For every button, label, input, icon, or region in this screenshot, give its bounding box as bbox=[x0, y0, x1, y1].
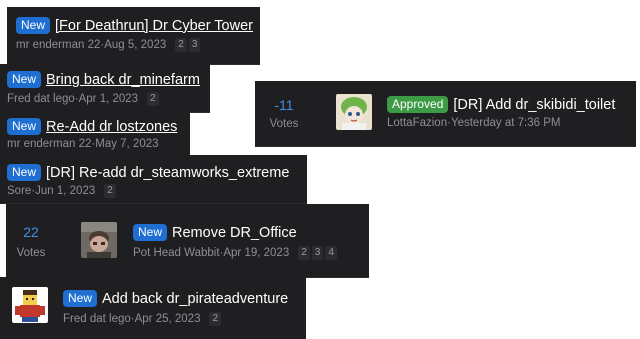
thread-card: New [DR] Re-add dr_steamworks_extreme So… bbox=[0, 155, 307, 204]
votes-label: Votes bbox=[269, 118, 299, 130]
thread-author[interactable]: Pot Head Wabbit bbox=[133, 247, 220, 259]
thread-date[interactable]: Apr 1, 2023 bbox=[79, 93, 138, 105]
thread-card: New Add back dr_pirateadventure Fred dat… bbox=[0, 277, 306, 339]
avatar-photo[interactable] bbox=[81, 222, 117, 258]
thread-card: New Bring back dr_minefarm Fred dat lego… bbox=[0, 64, 210, 113]
thread-date[interactable]: Aug 5, 2023 bbox=[104, 39, 166, 51]
thread-author[interactable]: mr enderman 22 bbox=[16, 39, 100, 51]
thread-author[interactable]: Sore bbox=[7, 185, 31, 197]
vote-count: 22 bbox=[23, 224, 39, 240]
page-link[interactable]: 2 bbox=[175, 38, 187, 52]
new-badge: New bbox=[7, 164, 42, 181]
vote-count: -11 bbox=[274, 97, 294, 113]
thread-date[interactable]: May 7, 2023 bbox=[95, 138, 158, 150]
lego-avatar[interactable] bbox=[12, 287, 48, 323]
thread-author[interactable]: LottaFazion bbox=[387, 117, 447, 129]
page-link[interactable]: 2 bbox=[209, 312, 222, 326]
thread-date[interactable]: Jun 1, 2023 bbox=[35, 185, 95, 197]
thread-title-link[interactable]: Bring back dr_minefarm bbox=[46, 72, 200, 88]
thread-title-link[interactable]: Add back dr_pirateadventure bbox=[102, 291, 288, 307]
thread-title-link[interactable]: [DR] Add dr_skibidi_toilet bbox=[453, 97, 615, 113]
thread-date[interactable]: Yesterday at 7:36 PM bbox=[451, 117, 561, 129]
new-badge: New bbox=[7, 71, 42, 88]
thread-title-link[interactable]: [DR] Re-add dr_steamworks_extreme bbox=[46, 165, 289, 181]
votes-label: Votes bbox=[16, 247, 46, 259]
page-link[interactable]: 2 bbox=[104, 184, 116, 198]
anime-avatar[interactable] bbox=[336, 94, 372, 130]
page-link[interactable]: 2 bbox=[298, 246, 310, 260]
new-badge: New bbox=[63, 290, 98, 307]
approved-badge: Approved bbox=[387, 96, 449, 113]
thread-author[interactable]: Fred dat lego bbox=[63, 313, 131, 325]
thread-date[interactable]: Apr 19, 2023 bbox=[223, 247, 289, 259]
thread-title-link[interactable]: Remove DR_Office bbox=[172, 225, 297, 241]
thread-title-link[interactable]: [For Deathrun] Dr Cyber Tower bbox=[55, 18, 253, 34]
page-link[interactable]: 3 bbox=[188, 38, 201, 52]
page-link[interactable]: 4 bbox=[325, 246, 337, 260]
thread-card: New Re-Add dr lostzones mr enderman 22 ·… bbox=[0, 112, 190, 156]
thread-title-link[interactable]: Re-Add dr lostzones bbox=[46, 119, 177, 135]
new-badge: New bbox=[7, 118, 42, 135]
new-badge: New bbox=[133, 224, 168, 241]
thread-date[interactable]: Apr 25, 2023 bbox=[135, 313, 201, 325]
page-link[interactable]: 2 bbox=[147, 92, 159, 106]
thread-card: New [For Deathrun] Dr Cyber Tower mr end… bbox=[7, 7, 260, 65]
thread-author[interactable]: Fred dat lego bbox=[7, 93, 75, 105]
page-link[interactable]: 3 bbox=[311, 246, 324, 260]
thread-author[interactable]: mr enderman 22 bbox=[7, 138, 91, 150]
new-badge: New bbox=[16, 17, 51, 34]
thread-card: 22 Votes New Remove DR_Office Pot Head W… bbox=[6, 204, 369, 278]
thread-card: -11 Votes Approved [DR] Add dr_skibidi_t… bbox=[255, 81, 636, 147]
